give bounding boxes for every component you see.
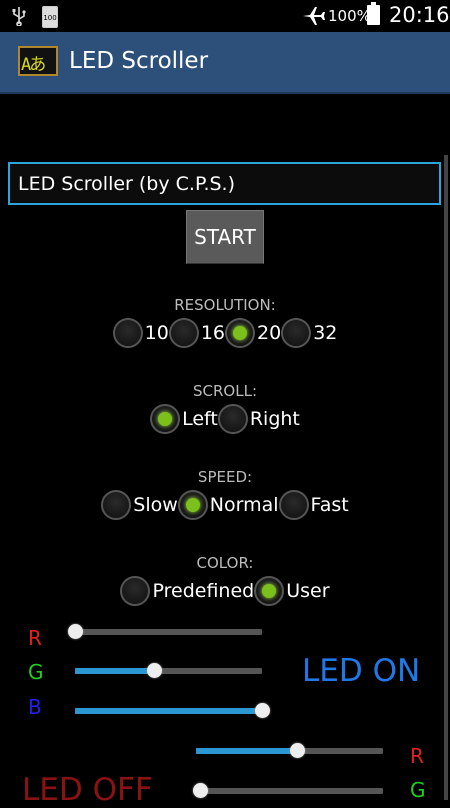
slider-track[interactable] <box>75 629 262 635</box>
scroll-option-left[interactable]: Left <box>150 404 218 434</box>
radio-circle[interactable] <box>177 490 208 520</box>
resolution-option-20[interactable]: 20 <box>225 318 281 348</box>
app-logo-text: Aあ <box>21 55 46 75</box>
radio-circle[interactable] <box>168 318 199 348</box>
led-on-r-slider[interactable] <box>68 621 262 641</box>
resolution-option-32[interactable]: 32 <box>281 318 337 348</box>
radio-circle[interactable] <box>281 318 312 348</box>
radio-label: 20 <box>257 322 282 344</box>
led-off-g-label: G <box>410 778 426 802</box>
led-off-label: LED OFF <box>22 772 153 808</box>
radio-label: Left <box>182 408 218 430</box>
radio-label: Normal <box>209 494 279 516</box>
slider-thumb[interactable] <box>68 624 83 639</box>
radio-circle[interactable] <box>217 404 248 434</box>
led-off-r-slider[interactable] <box>196 740 383 760</box>
led-on-g-slider[interactable] <box>75 660 262 680</box>
slider-thumb[interactable] <box>192 783 208 798</box>
scroll-label: SCROLL: <box>193 382 257 400</box>
radio-label: User <box>286 580 330 602</box>
led-off-r-label: R <box>410 744 424 768</box>
resolution-label: RESOLUTION: <box>174 296 276 314</box>
slider-track[interactable] <box>196 788 383 794</box>
led-off-g-slider[interactable] <box>192 780 383 800</box>
radio-label: Predefined <box>152 580 255 602</box>
battery-small-icon: 100 <box>42 6 58 28</box>
slider-fill <box>75 668 154 674</box>
radio-circle[interactable] <box>225 318 255 348</box>
slider-thumb[interactable] <box>146 663 162 678</box>
radio-label: Fast <box>310 494 349 516</box>
radio-label: 32 <box>313 322 338 344</box>
led-on-b-label: B <box>28 695 42 719</box>
radio-label: Right <box>249 408 300 430</box>
airplane-icon <box>303 7 325 25</box>
led-on-b-slider[interactable] <box>75 700 270 720</box>
resolution-option-16[interactable]: 16 <box>168 318 225 348</box>
led-on-r-label: R <box>28 626 42 650</box>
color-option-user[interactable]: User <box>254 576 330 606</box>
speed-option-slow[interactable]: Slow <box>101 490 178 520</box>
status-bar: 100 100% 20:16 <box>0 0 450 32</box>
speed-option-fast[interactable]: Fast <box>278 490 349 520</box>
radio-circle[interactable] <box>101 490 132 520</box>
resolution-group: 10 16 20 32 <box>0 318 450 348</box>
slider-thumb[interactable] <box>289 743 305 758</box>
slider-fill <box>75 708 262 714</box>
resolution-option-10[interactable]: 10 <box>112 318 169 348</box>
slider-fill <box>196 748 297 754</box>
radio-circle[interactable] <box>120 576 151 606</box>
battery-icon <box>367 2 380 25</box>
radio-circle[interactable] <box>112 318 143 348</box>
color-label: COLOR: <box>196 554 254 572</box>
radio-label: 16 <box>200 322 225 344</box>
radio-circle[interactable] <box>254 576 285 606</box>
speed-label: SPEED: <box>197 468 253 486</box>
scroll-option-right[interactable]: Right <box>217 404 300 434</box>
radio-label: 10 <box>144 322 169 344</box>
battery-small-value: 100 <box>43 14 57 22</box>
slider-thumb[interactable] <box>255 703 270 718</box>
battery-percent: 100% <box>328 7 371 25</box>
message-input[interactable] <box>8 162 441 205</box>
action-bar: Aあ LED Scroller <box>0 32 450 94</box>
start-button[interactable]: START <box>186 210 264 264</box>
radio-label: Slow <box>133 494 178 516</box>
radio-circle[interactable] <box>278 490 309 520</box>
color-group: Predefined User <box>0 576 450 606</box>
app-logo-icon[interactable]: Aあ <box>18 46 58 76</box>
color-option-predefined[interactable]: Predefined <box>120 576 254 606</box>
speed-option-normal[interactable]: Normal <box>177 490 279 520</box>
scroll-group: Left Right <box>0 404 450 434</box>
led-on-label: LED ON <box>302 653 421 689</box>
speed-group: Slow Normal Fast <box>0 490 450 520</box>
status-time: 20:16 <box>389 3 450 27</box>
radio-circle[interactable] <box>150 404 181 434</box>
usb-icon <box>12 7 26 26</box>
app-title: LED Scroller <box>69 48 209 74</box>
led-on-g-label: G <box>28 660 44 684</box>
